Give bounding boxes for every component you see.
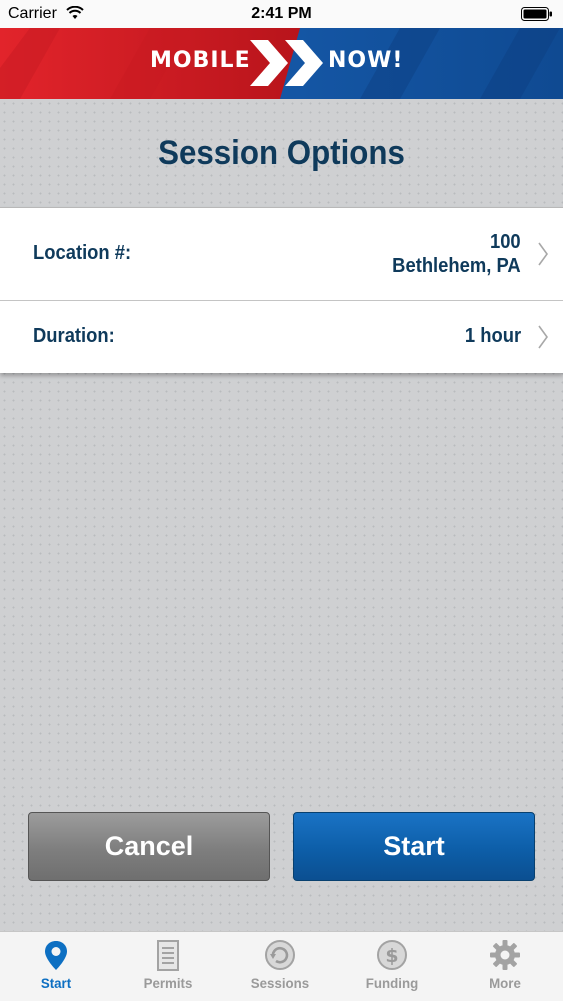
tab-label: Sessions bbox=[250, 975, 310, 991]
location-number: 100 bbox=[490, 231, 521, 253]
duration-row[interactable]: Duration: 1 hour bbox=[0, 301, 563, 373]
tab-label: Funding bbox=[365, 975, 419, 991]
cancel-button[interactable]: Cancel bbox=[28, 812, 270, 881]
tab-label: Permits bbox=[143, 975, 193, 991]
svg-text:$: $ bbox=[385, 945, 398, 967]
location-row[interactable]: Location #: 100 Bethlehem, PA bbox=[0, 208, 563, 301]
duration-value: 1 hour bbox=[464, 325, 521, 347]
map-pin-icon bbox=[45, 941, 67, 970]
mobile-now-banner: MOBILE NOW! bbox=[0, 28, 563, 99]
page-title: Session Options bbox=[158, 134, 405, 172]
duration-label: Duration: bbox=[33, 325, 115, 347]
location-value: 100 Bethlehem, PA bbox=[393, 230, 521, 278]
dollar-icon: $ bbox=[377, 940, 407, 970]
banner-text-now: NOW! bbox=[328, 48, 404, 73]
tab-label: More bbox=[489, 975, 521, 991]
tab-funding[interactable]: $ Funding bbox=[336, 932, 448, 1001]
chevron-right-icon bbox=[538, 242, 548, 266]
status-bar: Carrier 2:41 PM bbox=[0, 0, 563, 28]
tab-start[interactable]: Start bbox=[0, 932, 112, 1001]
tab-permits[interactable]: Permits bbox=[112, 932, 224, 1001]
banner-graphic bbox=[0, 28, 563, 99]
refresh-icon bbox=[265, 940, 295, 970]
tab-more[interactable]: More bbox=[449, 932, 561, 1001]
battery-icon bbox=[521, 7, 552, 21]
tab-bar: Start Permits Sessions $ Funding More bbox=[0, 931, 563, 1001]
session-options-list: Location #: 100 Bethlehem, PA Duration: … bbox=[0, 207, 563, 373]
chevron-right-icon bbox=[538, 325, 548, 349]
gear-icon bbox=[490, 940, 520, 970]
start-button[interactable]: Start bbox=[293, 812, 535, 881]
document-icon bbox=[157, 940, 179, 971]
status-time: 2:41 PM bbox=[251, 5, 312, 22]
banner-text-mobile: MOBILE bbox=[150, 48, 251, 73]
location-city: Bethlehem, PA bbox=[392, 255, 521, 277]
tab-label: Start bbox=[40, 975, 72, 991]
location-label: Location #: bbox=[33, 242, 132, 264]
tab-sessions[interactable]: Sessions bbox=[224, 932, 336, 1001]
